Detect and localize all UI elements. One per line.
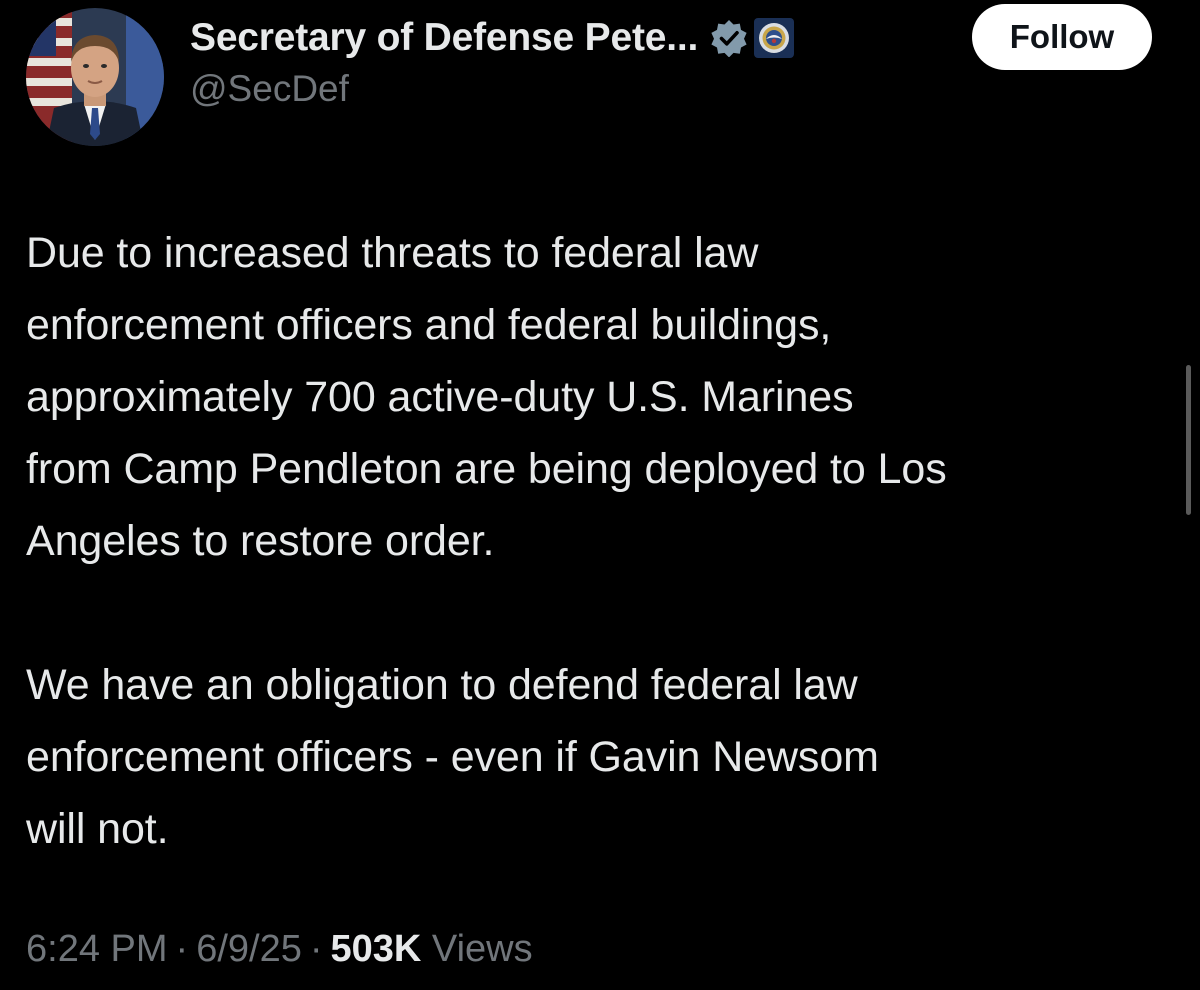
avatar[interactable] [26,8,164,146]
tweet-date[interactable]: 6/9/25 [196,928,302,970]
name-row: Secretary of Defense Pete... [190,12,795,64]
views-count: 503K [330,928,422,970]
tweet-paragraph: Due to increased threats to federal law … [26,229,947,565]
tweet-paragraph: We have an obligation to defend federal … [26,661,879,853]
tweet-time[interactable]: 6:24 PM [26,928,168,970]
tweet-text: Due to increased threats to federal law … [26,217,1176,865]
tweet: Secretary of Defense Pete... @SecDef Fol… [0,0,1200,990]
views-label: Views [431,928,533,970]
tweet-meta: 6:24 PM · 6/9/25 · 503K Views [26,928,533,971]
follow-button[interactable]: Follow [972,4,1152,70]
tweet-header: Secretary of Defense Pete... @SecDef [190,12,795,110]
verified-badge-icon [710,19,748,58]
meta-separator: · [309,928,323,970]
department-of-defense-seal-icon[interactable] [754,18,795,58]
scrollbar[interactable] [1186,365,1191,515]
avatar-photo [26,8,164,146]
display-name[interactable]: Secretary of Defense Pete... [190,16,698,60]
meta-separator: · [175,928,189,970]
handle[interactable]: @SecDef [190,68,794,110]
